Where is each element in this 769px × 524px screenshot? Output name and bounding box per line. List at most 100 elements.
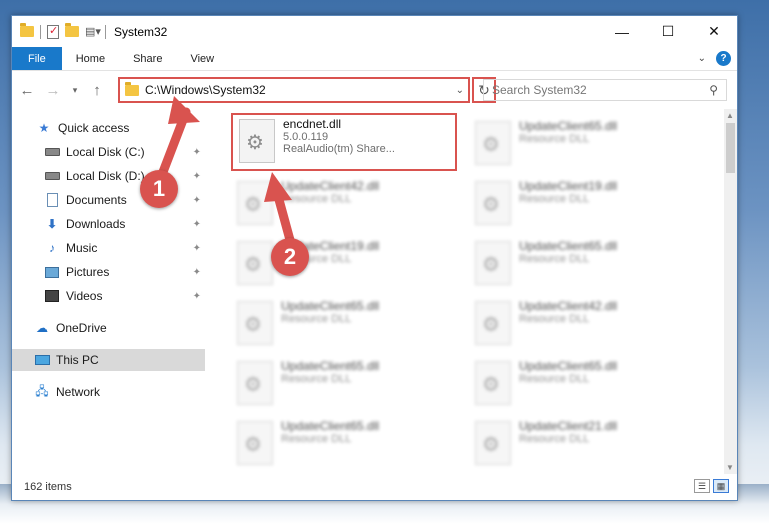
sidebar-item-this-pc[interactable]: This PC (12, 349, 205, 371)
chevron-down-icon[interactable]: ⌄ (456, 85, 464, 96)
sidebar-item-music[interactable]: ♪ Music ✦ (12, 237, 205, 259)
pc-icon (34, 353, 50, 367)
pin-icon[interactable]: ✦ (193, 147, 201, 158)
disk-icon (44, 145, 60, 159)
customize-icon[interactable]: ▤▾ (85, 25, 101, 39)
file-type: Resource DLL (519, 313, 590, 325)
dll-file-icon (237, 301, 273, 345)
vertical-scrollbar[interactable]: ▲ ▼ (724, 109, 737, 474)
details-view-icon[interactable]: ☰ (694, 479, 710, 493)
scroll-up-icon[interactable]: ▲ (726, 111, 734, 120)
file-type: Resource DLL (519, 193, 590, 205)
music-icon: ♪ (49, 241, 55, 255)
tab-home[interactable]: Home (62, 47, 119, 70)
file-name: UpdateClient65.dll (519, 239, 618, 253)
sidebar-item-videos[interactable]: Videos ✦ (12, 285, 205, 307)
folder-icon (20, 23, 34, 37)
dll-file-icon (237, 361, 273, 405)
videos-icon (44, 289, 60, 303)
pin-icon[interactable]: ✦ (193, 243, 201, 254)
quick-access-toolbar: ▤▾ (20, 23, 106, 39)
maximize-button[interactable]: ☐ (645, 16, 691, 47)
sidebar-item-quick-access[interactable]: ★ Quick access (12, 117, 205, 139)
sidebar-item-downloads[interactable]: ⬇ Downloads ✦ (12, 213, 205, 235)
sidebar-item-local-disk-c[interactable]: Local Disk (C:) ✦ (12, 141, 205, 163)
sidebar-item-label: Local Disk (D:) (66, 169, 145, 183)
dll-file-icon (475, 121, 511, 165)
pictures-icon (44, 265, 60, 279)
up-arrow-icon[interactable]: ↑ (86, 82, 108, 99)
pin-icon[interactable]: ✦ (193, 195, 201, 206)
pin-icon[interactable]: ✦ (193, 267, 201, 278)
ribbon-right: ⌄ ? (698, 47, 737, 70)
network-icon: 🖧 (35, 383, 49, 398)
sidebar-item-label: Pictures (66, 265, 110, 279)
star-icon: ★ (38, 121, 50, 135)
disk-icon (44, 169, 60, 183)
tab-share[interactable]: Share (119, 47, 176, 70)
file-item[interactable]: UpdateClient65.dllResource DLL (231, 417, 457, 474)
back-arrow-icon[interactable]: ← (16, 82, 38, 99)
cloud-icon: ☁ (36, 321, 48, 335)
file-list: encdnet.dll 5.0.0.119 RealAudio(tm) Shar… (217, 109, 722, 474)
dll-file-icon (475, 181, 511, 225)
file-item[interactable]: UpdateClient21.dllResource DLL (469, 417, 695, 474)
separator (40, 24, 41, 39)
file-name: UpdateClient65.dll (519, 119, 618, 133)
file-item[interactable]: UpdateClient19.dllResource DLL (231, 237, 457, 295)
file-item[interactable]: UpdateClient65.dllResource DLL (231, 297, 457, 355)
scroll-down-icon[interactable]: ▼ (726, 463, 734, 472)
documents-icon (44, 193, 60, 207)
dll-file-icon (475, 421, 511, 465)
pin-icon[interactable]: ✦ (193, 219, 201, 230)
file-item[interactable]: UpdateClient65.dllResource DLL (469, 357, 695, 415)
sidebar-item-pictures[interactable]: Pictures ✦ (12, 261, 205, 283)
ribbon-tabs: File Home Share View ⌄ ? (12, 47, 737, 71)
search-icon[interactable]: ⚲ (709, 83, 718, 97)
file-item[interactable]: UpdateClient19.dllResource DLL (469, 177, 695, 235)
address-bar[interactable]: C:\Windows\System32 ⌄ (118, 77, 470, 103)
file-name: UpdateClient19.dll (519, 179, 618, 193)
file-details: encdnet.dll 5.0.0.119 RealAudio(tm) Shar… (283, 115, 395, 155)
file-name: UpdateClient65.dll (519, 359, 618, 373)
minimize-button[interactable]: — (599, 16, 645, 47)
file-name: UpdateClient21.dll (519, 419, 618, 433)
tab-view[interactable]: View (176, 47, 228, 70)
expand-ribbon-icon[interactable]: ⌄ (698, 53, 706, 64)
file-item[interactable]: UpdateClient42.dllResource DLL (231, 177, 457, 235)
search-input[interactable]: Search System32 ⚲ (483, 79, 727, 101)
file-name: UpdateClient65.dll (281, 359, 380, 373)
file-item[interactable]: UpdateClient42.dllResource DLL (469, 297, 695, 355)
window-controls: — ☐ ✕ (599, 16, 737, 47)
file-name: encdnet.dll (283, 117, 342, 131)
navigation-pane: ★ Quick access Local Disk (C:) ✦ Local D… (12, 109, 205, 474)
file-item[interactable]: UpdateClient65.dllResource DLL (469, 117, 695, 175)
close-button[interactable]: ✕ (691, 16, 737, 47)
help-icon[interactable]: ? (716, 51, 731, 66)
sidebar-item-label: This PC (56, 353, 99, 367)
file-item-selected[interactable]: encdnet.dll 5.0.0.119 RealAudio(tm) Shar… (231, 113, 457, 171)
title-bar: ▤▾ System32 — ☐ ✕ (12, 16, 737, 47)
file-item[interactable]: UpdateClient65.dllResource DLL (469, 237, 695, 295)
sidebar-item-network[interactable]: 🖧 Network (12, 381, 205, 403)
properties-icon[interactable] (47, 24, 59, 39)
file-name: UpdateClient65.dll (281, 299, 380, 313)
scrollbar-thumb[interactable] (726, 123, 735, 173)
tiles-view-icon[interactable]: ▦ (713, 479, 729, 493)
search-placeholder: Search System32 (492, 83, 587, 97)
forward-arrow-icon[interactable]: → (42, 82, 64, 99)
sidebar-item-onedrive[interactable]: ☁ OneDrive (12, 317, 205, 339)
tab-file[interactable]: File (12, 47, 62, 70)
file-version: 5.0.0.119 (283, 131, 329, 143)
address-path[interactable]: C:\Windows\System32 (145, 83, 266, 97)
sidebar-item-label: Videos (66, 289, 103, 303)
file-item[interactable]: UpdateClient65.dllResource DLL (231, 357, 457, 415)
pin-icon[interactable]: ✦ (193, 171, 201, 182)
file-type: Resource DLL (281, 313, 352, 325)
recent-locations-icon[interactable]: ▾ (68, 85, 82, 96)
pin-icon[interactable]: ✦ (193, 291, 201, 302)
folder-icon (125, 81, 139, 96)
dll-file-icon (475, 361, 511, 405)
new-folder-icon[interactable] (65, 23, 79, 37)
item-count: 162 items (24, 481, 72, 493)
